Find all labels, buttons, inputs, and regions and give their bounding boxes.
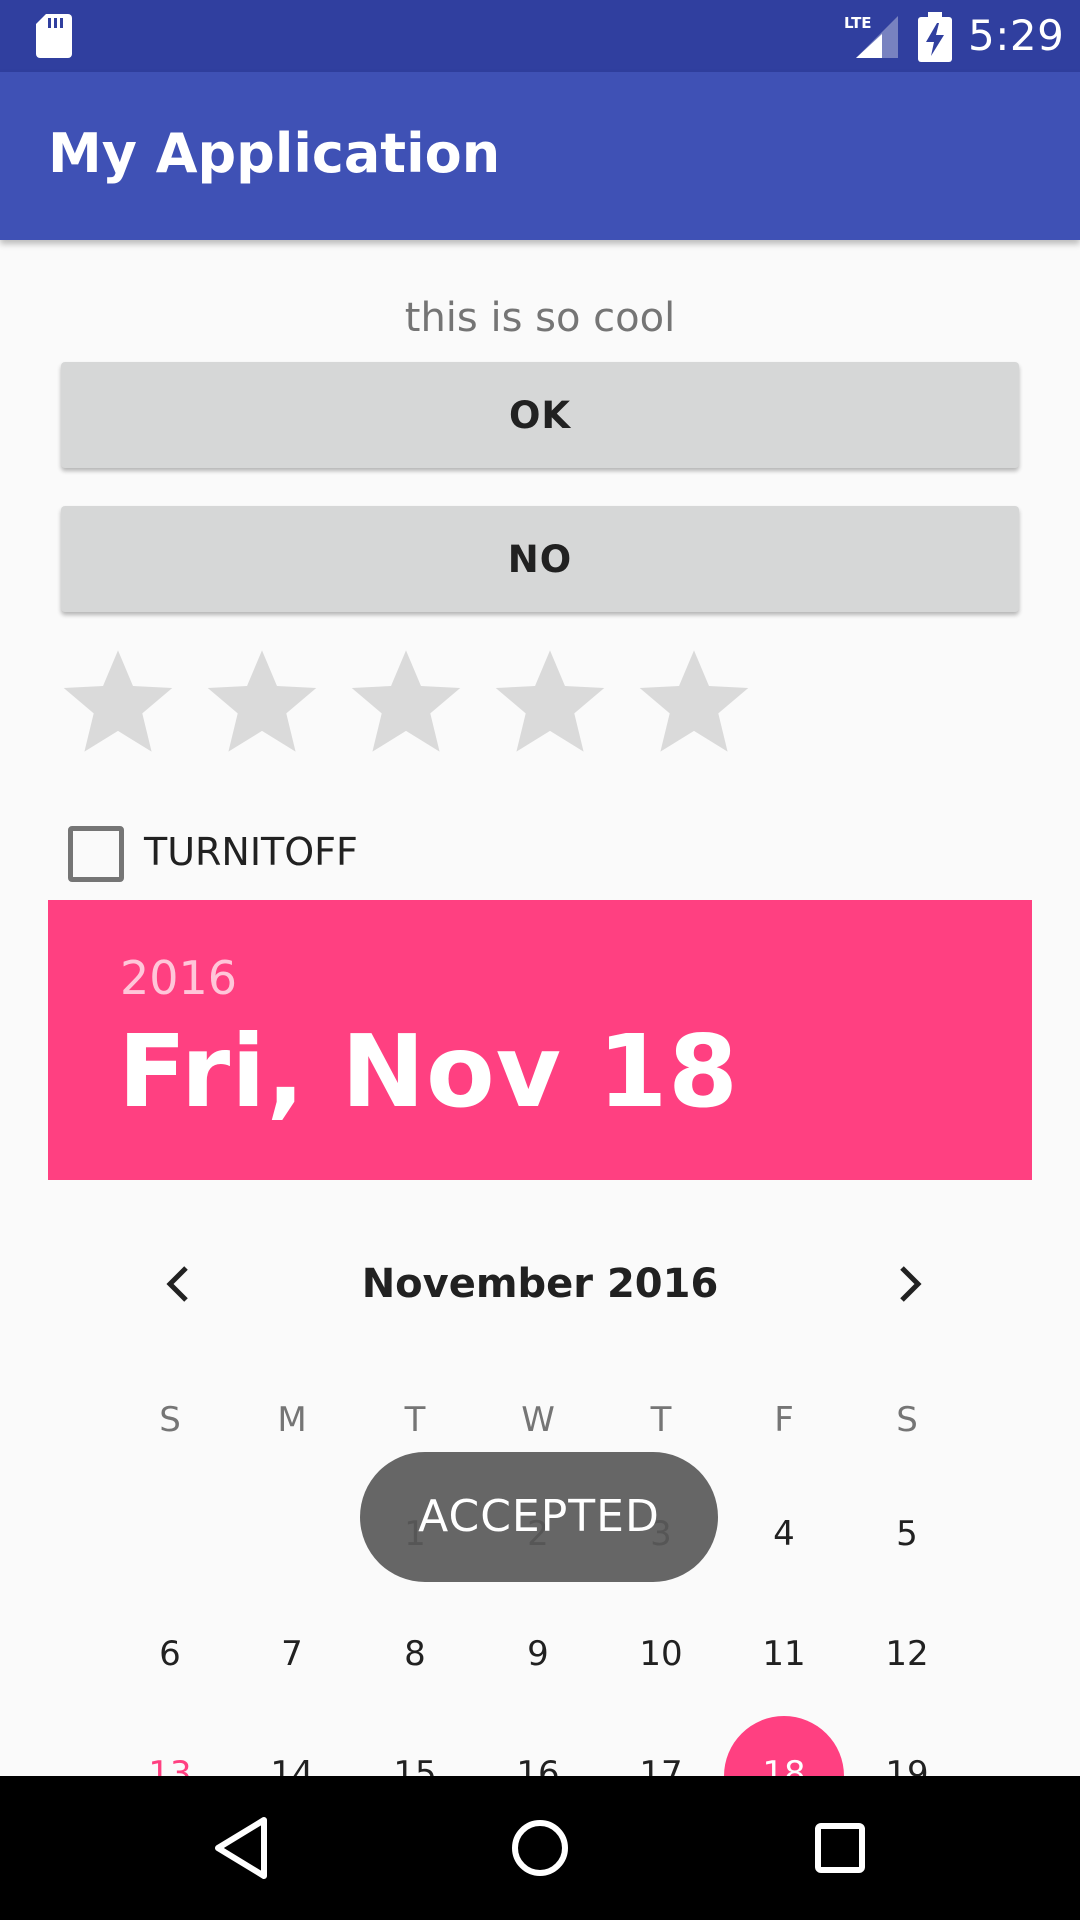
status-bar: LTE 5:29 xyxy=(0,0,1080,72)
weekday-label: F xyxy=(774,1400,794,1440)
star-icon[interactable] xyxy=(200,640,324,764)
chevron-right-icon[interactable] xyxy=(880,1254,940,1314)
calendar-day[interactable]: 7 xyxy=(252,1630,332,1678)
system-navigation-bar xyxy=(0,1776,1080,1920)
recents-icon[interactable] xyxy=(800,1808,880,1888)
weekday-label: S xyxy=(896,1400,918,1440)
calendar-day[interactable]: 5 xyxy=(867,1510,947,1558)
date-picker-selected-date[interactable]: Fri, Nov 18 xyxy=(118,1012,739,1132)
caption-text: this is so cool xyxy=(404,295,676,341)
chevron-left-icon[interactable] xyxy=(148,1254,208,1314)
star-icon[interactable] xyxy=(344,640,468,764)
calendar-day[interactable]: 10 xyxy=(621,1630,701,1678)
calendar-day[interactable]: 4 xyxy=(744,1510,824,1558)
weekday-label: W xyxy=(521,1400,555,1440)
calendar-day[interactable]: 12 xyxy=(867,1630,947,1678)
network-type-label: LTE xyxy=(844,14,872,32)
weekday-label: M xyxy=(277,1400,307,1440)
calendar-day[interactable]: 6 xyxy=(130,1630,210,1678)
calendar-day[interactable]: 9 xyxy=(498,1630,578,1678)
lte-signal-icon: LTE xyxy=(844,14,898,58)
date-picker-year[interactable]: 2016 xyxy=(120,950,237,1006)
no-button[interactable]: NO xyxy=(61,506,1019,612)
ok-button[interactable]: OK xyxy=(61,362,1019,468)
battery-charging-icon xyxy=(918,12,952,62)
month-navigation: November 2016 xyxy=(48,1244,1032,1324)
back-icon[interactable] xyxy=(206,1808,286,1888)
toast-message: ACCEPTED xyxy=(360,1452,718,1582)
weekday-label: S xyxy=(159,1400,181,1440)
home-icon[interactable] xyxy=(500,1808,580,1888)
star-icon[interactable] xyxy=(632,640,756,764)
weekday-label: T xyxy=(404,1400,426,1440)
date-picker-header: 2016 Fri, Nov 18 xyxy=(48,900,1032,1180)
star-icon[interactable] xyxy=(488,640,612,764)
app-bar: My Application xyxy=(0,72,1080,240)
rating-bar[interactable] xyxy=(56,640,776,764)
turnitoff-checkbox-label: TURNITOFF xyxy=(144,830,358,874)
sd-card-icon xyxy=(36,14,72,58)
weekday-label: T xyxy=(650,1400,672,1440)
app-title: My Application xyxy=(48,122,501,185)
turnitoff-checkbox-row[interactable]: TURNITOFF xyxy=(68,822,468,882)
calendar-day[interactable]: 8 xyxy=(375,1630,455,1678)
star-icon[interactable] xyxy=(56,640,180,764)
calendar-day[interactable]: 11 xyxy=(744,1630,824,1678)
turnitoff-checkbox[interactable] xyxy=(68,826,124,882)
status-time: 5:29 xyxy=(968,11,1065,60)
